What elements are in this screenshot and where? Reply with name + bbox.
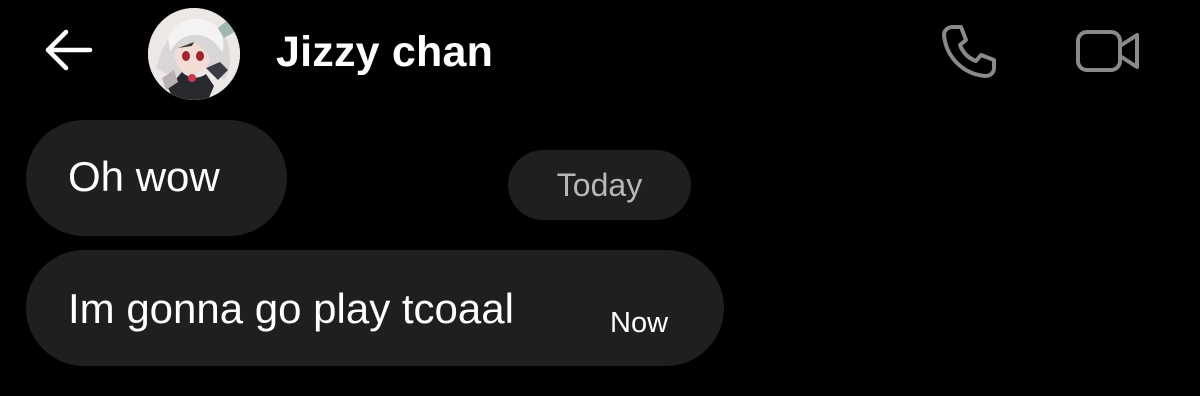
call-button[interactable] xyxy=(936,18,1002,84)
video-camera-icon xyxy=(1076,30,1139,72)
date-label: Today xyxy=(556,167,643,203)
arrow-left-icon xyxy=(45,29,93,71)
phone-icon xyxy=(942,25,996,78)
contact-name[interactable]: Jizzy chan xyxy=(276,28,493,76)
video-call-button[interactable] xyxy=(1070,20,1146,82)
message-timestamp: Now xyxy=(610,307,669,339)
date-divider: Today xyxy=(508,150,691,220)
avatar[interactable] xyxy=(148,8,240,100)
message-bubble[interactable]: Oh wow xyxy=(26,120,287,236)
message-text: Im gonna go play tcoaal xyxy=(68,285,514,332)
chat-header: Jizzy chan xyxy=(0,0,1200,104)
message-text: Oh wow xyxy=(68,153,220,200)
avatar-image xyxy=(148,8,240,100)
back-button[interactable] xyxy=(36,22,100,78)
message-bubble[interactable]: Im gonna go play tcoaal Now xyxy=(26,250,724,366)
